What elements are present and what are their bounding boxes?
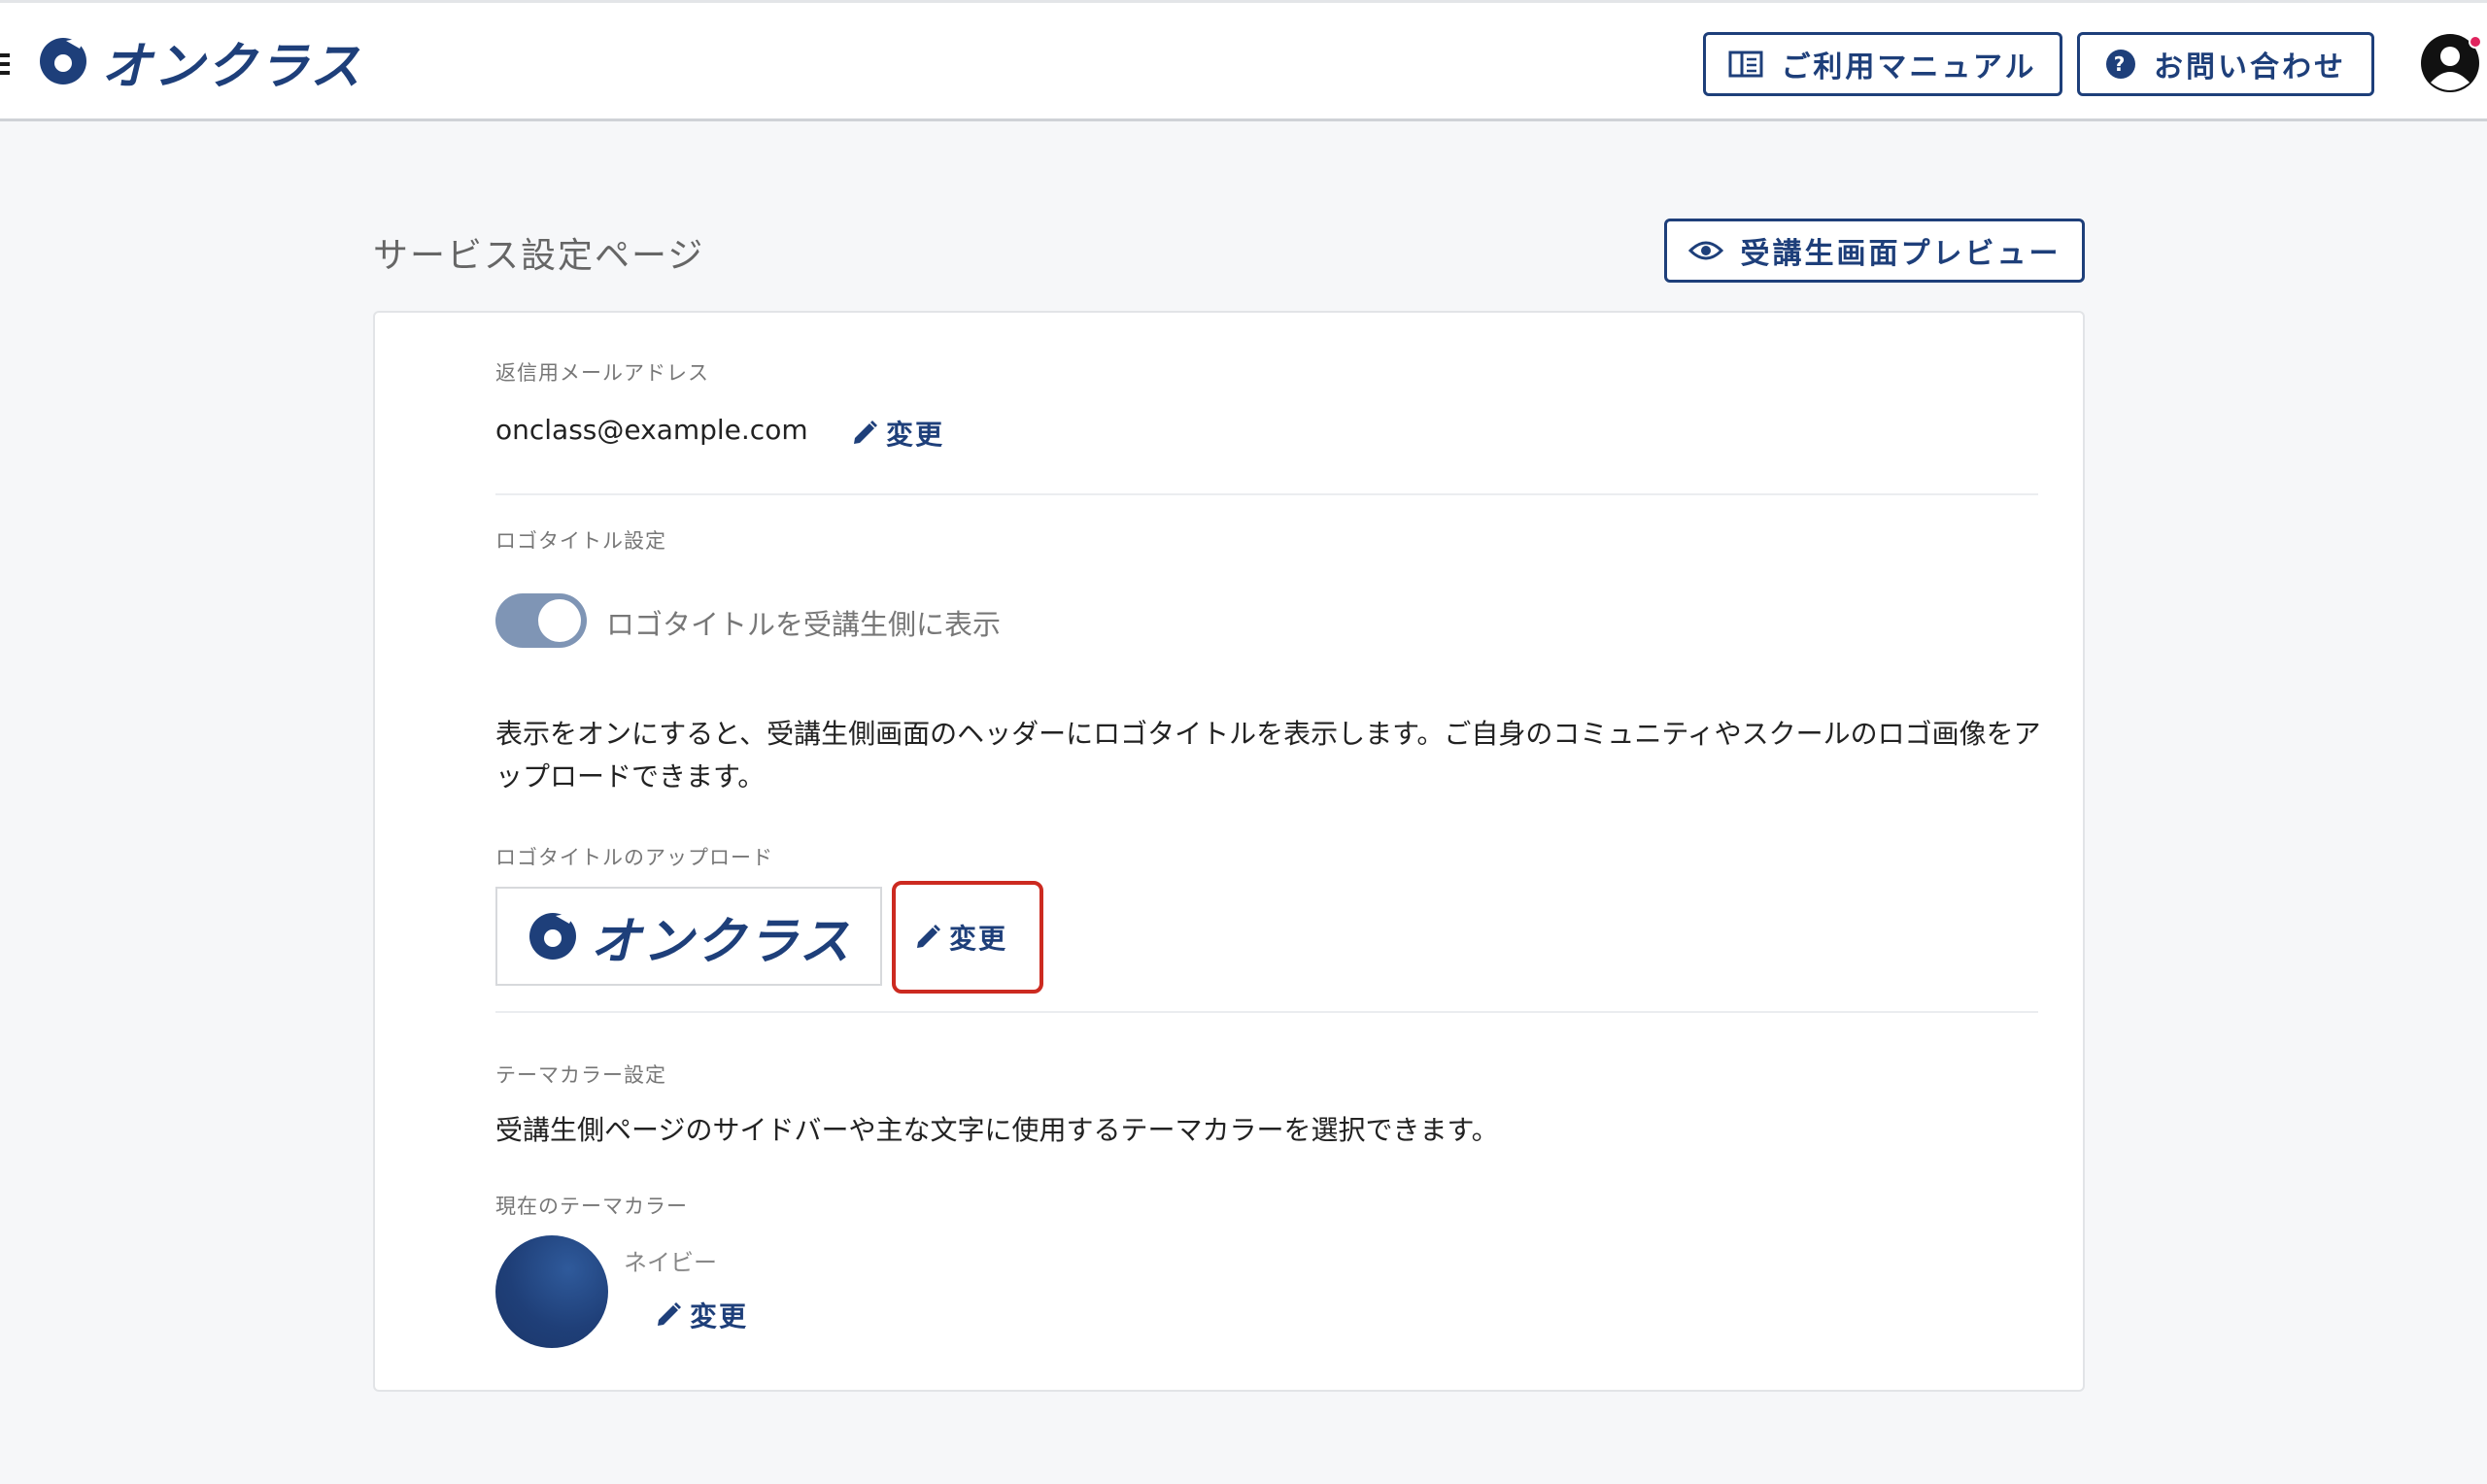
- svg-text:?: ?: [2114, 52, 2129, 76]
- contact-button-label: お問い合わせ: [2154, 51, 2346, 84]
- theme-color-swatch: [495, 1235, 608, 1348]
- logo-upload-change-button[interactable]: 変更: [914, 918, 1007, 957]
- manual-button-label: ご利用マニュアル: [1781, 51, 2037, 84]
- uploaded-logo: オンクラス: [527, 900, 852, 973]
- logo-text: オンクラス: [101, 37, 362, 96]
- app-logo[interactable]: オンクラス: [37, 32, 362, 96]
- logo-mark-icon: [528, 912, 576, 960]
- pencil-icon: [851, 420, 878, 447]
- divider: [495, 1011, 2038, 1013]
- logo-title-display-toggle[interactable]: [495, 593, 587, 648]
- pencil-icon: [914, 924, 941, 951]
- divider: [495, 493, 2038, 495]
- theme-color-change-button[interactable]: 変更: [655, 1296, 748, 1334]
- uploaded-logo-text: オンクラス: [590, 912, 852, 971]
- theme-color-name: ネイビー: [624, 1249, 717, 1276]
- current-theme-color-label: 現在のテーマカラー: [495, 1195, 688, 1218]
- theme-color-description: 受講生側ページのサイドバーや主な文字に使用するテーマカラーを選択できます。: [495, 1114, 1499, 1146]
- logo-title-settings-label: ロゴタイトル設定: [495, 529, 666, 553]
- question-circle-icon: ?: [2105, 49, 2136, 80]
- contact-button[interactable]: ? お問い合わせ: [2077, 32, 2374, 96]
- eye-icon: [1687, 239, 1723, 262]
- logo-upload-label: ロゴタイトルのアップロード: [495, 846, 773, 869]
- notification-badge: [2469, 35, 2482, 49]
- change-label: 変更: [886, 419, 945, 451]
- change-label: 変更: [690, 1300, 749, 1332]
- page-title: サービス設定ページ: [373, 236, 705, 276]
- reply-email-change-button[interactable]: 変更: [851, 414, 944, 453]
- logo-title-toggle-label: ロゴタイトルを受講生側に表示: [606, 608, 1002, 641]
- book-icon: [1728, 51, 1763, 78]
- change-label: 変更: [949, 923, 1008, 955]
- student-preview-button[interactable]: 受講生画面プレビュー: [1664, 219, 2085, 283]
- toggle-knob: [538, 599, 581, 642]
- preview-button-label: 受講生画面プレビュー: [1740, 237, 2061, 271]
- reply-email-value: onclass@example.com: [495, 414, 808, 446]
- theme-color-settings-label: テーマカラー設定: [495, 1063, 666, 1087]
- logo-title-preview: オンクラス: [495, 887, 882, 986]
- logo-title-description: 表示をオンにすると、受講生側画面のヘッダーにロゴタイトルを表示します。ご自身のコ…: [495, 718, 2041, 793]
- reply-email-label: 返信用メールアドレス: [495, 361, 709, 385]
- pencil-icon: [655, 1301, 682, 1329]
- logo-mark-icon: [40, 37, 86, 84]
- settings-card: 返信用メールアドレス onclass@example.com 変更 ロゴタイトル…: [373, 311, 2085, 1392]
- app-header: オンクラス ご利用マニュアル ? お問い合わせ: [0, 0, 2487, 121]
- hamburger-menu-icon[interactable]: [0, 53, 10, 75]
- manual-button[interactable]: ご利用マニュアル: [1703, 32, 2062, 96]
